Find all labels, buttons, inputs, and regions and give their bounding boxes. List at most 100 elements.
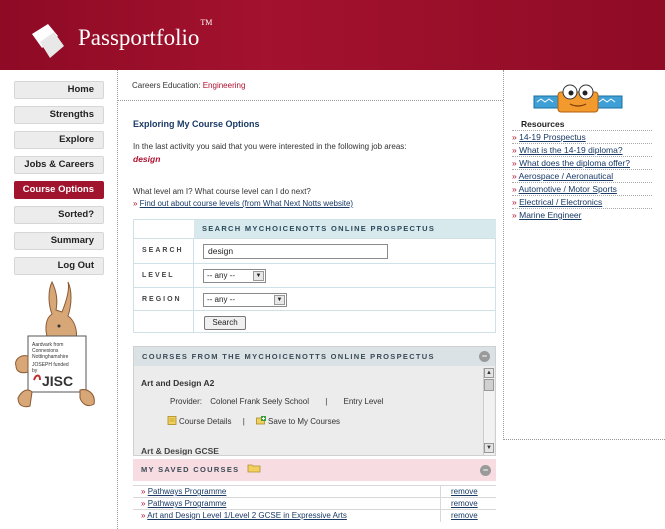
scroll-down-icon[interactable]: ▼ bbox=[484, 443, 494, 453]
breadcrumb-prefix: Careers Education: bbox=[132, 81, 203, 90]
mascot-caption-3: Nottinghamshire bbox=[32, 354, 69, 360]
resource-link[interactable]: What does the diploma offer? bbox=[519, 158, 630, 168]
right-column-divider bbox=[503, 70, 504, 440]
region-select[interactable]: -- any -- ▼ bbox=[203, 293, 287, 307]
nav-jobs-careers[interactable]: Jobs & Careers bbox=[14, 156, 104, 174]
document-icon bbox=[167, 416, 177, 425]
resource-divider bbox=[512, 208, 652, 209]
nav-explore[interactable]: Explore bbox=[14, 131, 104, 149]
course-actions: Course Details | Save to My Courses bbox=[167, 416, 340, 426]
search-button[interactable]: Search bbox=[204, 316, 246, 330]
saved-courses-title: MY SAVED COURSES bbox=[141, 465, 240, 474]
brand-name[interactable]: PassportfolioTM bbox=[78, 18, 212, 51]
nav-strengths[interactable]: Strengths bbox=[14, 106, 104, 124]
chevron-right-icon: » bbox=[141, 499, 146, 508]
collapse-saved-button[interactable]: − bbox=[480, 465, 491, 476]
breadcrumb: Careers Education: Engineering bbox=[132, 81, 245, 90]
remove-course-link[interactable]: remove bbox=[451, 510, 478, 521]
search-form-header: SEARCH MYCHOICENOTTS ONLINE PROSPECTUS bbox=[194, 220, 496, 238]
courses-results-panel: COURSES FROM THE MYCHOICENOTTS ONLINE PR… bbox=[133, 346, 496, 456]
chevron-right-icon: » bbox=[512, 210, 517, 220]
saved-course-row: » Art and Design Level 1/Level 2 GCSE in… bbox=[133, 509, 496, 522]
course-levels-link-row: » Find out about course levels (from Wha… bbox=[133, 199, 353, 208]
resource-divider bbox=[512, 182, 652, 183]
search-prospectus-form: SEARCH MYCHOICENOTTS ONLINE PROSPECTUS S… bbox=[133, 219, 496, 333]
resource-link[interactable]: 14-19 Prospectus bbox=[519, 132, 586, 142]
remove-course-link[interactable]: remove bbox=[451, 486, 478, 497]
scroll-up-icon[interactable]: ▲ bbox=[484, 368, 494, 378]
saved-course-row: » Pathways Programme remove bbox=[133, 497, 496, 510]
resource-divider bbox=[512, 195, 652, 196]
resource-divider bbox=[512, 143, 652, 144]
provider-separator: | bbox=[325, 397, 328, 406]
breadcrumb-current[interactable]: Engineering bbox=[203, 81, 246, 90]
nav-sorted[interactable]: Sorted? bbox=[14, 206, 104, 224]
nav-home[interactable]: Home bbox=[14, 81, 104, 99]
course-details-link[interactable]: Course Details bbox=[179, 417, 231, 426]
saved-course-link[interactable]: Art and Design Level 1/Level 2 GCSE in E… bbox=[147, 511, 347, 520]
resource-link-item: » 14-19 Prospectus bbox=[512, 132, 586, 142]
nav-log-out[interactable]: Log Out bbox=[14, 257, 104, 275]
resource-link-item: » Aerospace / Aeronautical bbox=[512, 171, 613, 181]
chevron-right-icon: » bbox=[512, 145, 517, 155]
breadcrumb-divider bbox=[118, 100, 503, 101]
course-levels-link[interactable]: Find out about course levels (from What … bbox=[140, 199, 353, 208]
intro-text: In the last activity you said that you w… bbox=[133, 142, 407, 151]
saved-courses-header: MY SAVED COURSES bbox=[133, 459, 496, 481]
mascot-caption-5: by bbox=[32, 368, 38, 374]
scrollbar-thumb[interactable] bbox=[484, 379, 494, 391]
resource-link[interactable]: What is the 14-19 diploma? bbox=[519, 145, 622, 155]
resource-link[interactable]: Aerospace / Aeronautical bbox=[519, 171, 614, 181]
resources-bottom-divider bbox=[503, 439, 665, 440]
action-separator: | bbox=[242, 417, 245, 426]
saved-course-row: » Pathways Programme remove bbox=[133, 485, 496, 498]
saved-course-link[interactable]: Pathways Programme bbox=[148, 499, 227, 508]
level-row: LEVEL -- any -- ▼ bbox=[134, 263, 495, 287]
page-title: Exploring My Course Options bbox=[133, 119, 260, 129]
trademark-mark: TM bbox=[200, 18, 213, 28]
jisc-logo-text: JISC bbox=[42, 373, 73, 389]
resource-divider bbox=[512, 156, 652, 157]
resources-title: Resources bbox=[521, 119, 565, 129]
search-button-row bbox=[134, 310, 495, 333]
resource-link-item: » Automotive / Motor Sports bbox=[512, 184, 617, 194]
search-input[interactable]: design bbox=[203, 244, 388, 259]
left-column-divider bbox=[117, 70, 118, 529]
resource-link-item: » Marine Engineer bbox=[512, 210, 581, 220]
resource-link[interactable]: Marine Engineer bbox=[519, 210, 581, 220]
chevron-right-icon: » bbox=[512, 171, 517, 181]
collapse-courses-button[interactable]: − bbox=[479, 351, 490, 362]
course-provider-line: Provider: Colonel Frank Seely School | E… bbox=[170, 397, 384, 406]
passport-logo-icon bbox=[32, 24, 64, 58]
provider-label: Provider: bbox=[170, 397, 203, 406]
chevron-right-icon: » bbox=[133, 199, 140, 208]
mascot-caption-4: JOSEPH funded bbox=[32, 362, 69, 368]
level-select[interactable]: -- any -- ▼ bbox=[203, 269, 266, 283]
save-to-my-courses-link[interactable]: Save to My Courses bbox=[268, 417, 340, 426]
chevron-right-icon: » bbox=[512, 132, 517, 142]
resources-mascot-icon bbox=[533, 84, 623, 113]
chevron-down-icon: ▼ bbox=[274, 295, 285, 305]
courses-scrollbar[interactable]: ▲ ▼ bbox=[483, 368, 494, 455]
saved-course-link[interactable]: Pathways Programme bbox=[148, 487, 227, 496]
resource-divider bbox=[512, 169, 652, 170]
resource-link[interactable]: Automotive / Motor Sports bbox=[519, 184, 617, 194]
resource-link-item: » Electrical / Electronics bbox=[512, 197, 602, 207]
course-level-question: What level am I? What course level can I… bbox=[133, 187, 311, 196]
nav-course-options[interactable]: Course Options bbox=[14, 181, 104, 199]
resource-divider bbox=[512, 130, 652, 131]
remove-course-link[interactable]: remove bbox=[451, 498, 478, 509]
region-row: REGION -- any -- ▼ bbox=[134, 287, 495, 311]
chevron-right-icon: » bbox=[512, 197, 517, 207]
nav-summary[interactable]: Summary bbox=[14, 232, 104, 250]
resource-link-item: » What does the diploma offer? bbox=[512, 158, 630, 168]
chevron-down-icon: ▼ bbox=[253, 271, 264, 281]
region-label: REGION bbox=[142, 296, 182, 303]
aardvark-mascot-image: Aardvark from Connexions Nottinghamshire… bbox=[15, 280, 95, 408]
search-row: SEARCH design bbox=[134, 238, 495, 262]
search-label: SEARCH bbox=[142, 247, 184, 254]
resource-link[interactable]: Electrical / Electronics bbox=[519, 197, 602, 207]
interest-term: design bbox=[133, 154, 161, 164]
provider-name: Colonel Frank Seely School bbox=[210, 397, 309, 406]
level-label: LEVEL bbox=[142, 272, 175, 279]
